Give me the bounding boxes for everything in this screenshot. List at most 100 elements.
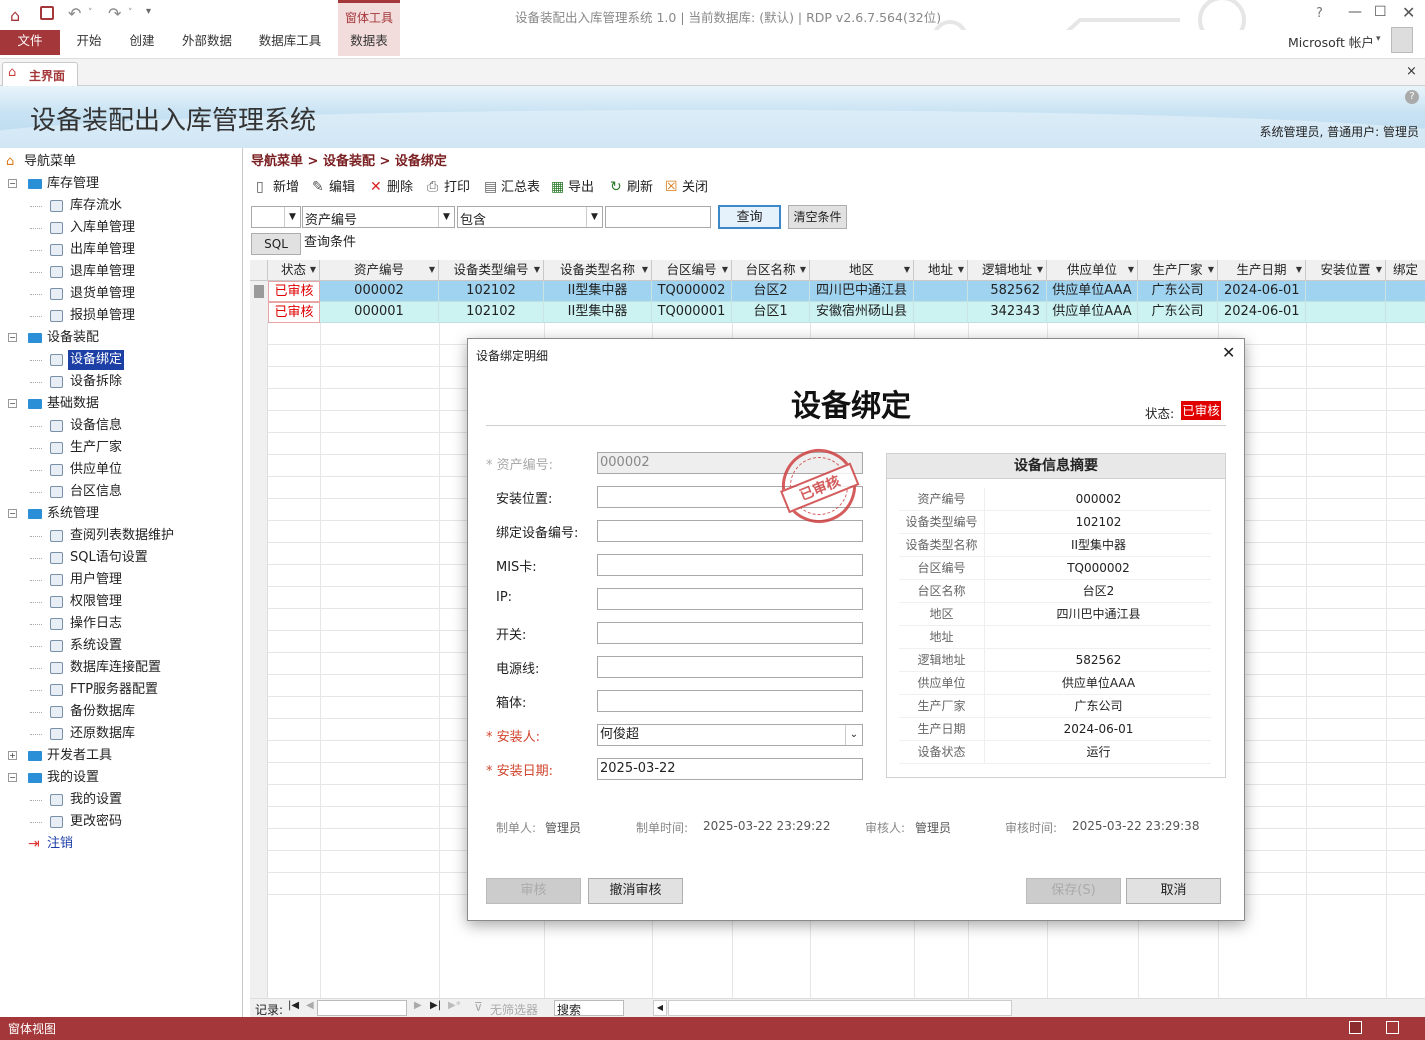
column-header-3[interactable]: 设备类型名称 ▼ xyxy=(544,260,652,281)
column-header-0[interactable]: 状态 ▼ xyxy=(268,260,320,281)
status-cell[interactable]: 已审核 xyxy=(268,281,320,302)
column-filter-icon[interactable]: ▼ xyxy=(1208,260,1214,280)
toolbar-button-4[interactable]: ▤ 汇总表 xyxy=(484,176,540,198)
toolbar-button-2[interactable]: ✕ 删除 xyxy=(370,176,413,198)
ip-input[interactable] xyxy=(597,588,863,610)
table-cell[interactable]: II型集中器 xyxy=(544,281,652,302)
table-cell[interactable] xyxy=(1306,281,1386,302)
table-cell[interactable] xyxy=(914,281,968,302)
column-header-8[interactable]: 逻辑地址 ▼ xyxy=(968,260,1047,281)
collapse-icon[interactable]: − xyxy=(8,179,17,188)
column-header-5[interactable]: 台区名称 ▼ xyxy=(732,260,810,281)
new-record-icon[interactable]: ▶* xyxy=(448,1000,461,1011)
unaudit-button[interactable]: 撤消审核 xyxy=(588,878,683,904)
column-header-9[interactable]: 供应单位 ▼ xyxy=(1047,260,1138,281)
save-icon[interactable] xyxy=(40,6,54,20)
tab-database-tools[interactable]: 数据库工具 xyxy=(252,30,328,56)
table-cell[interactable] xyxy=(1386,302,1425,323)
column-header-11[interactable]: 生产日期 ▼ xyxy=(1218,260,1306,281)
query-button[interactable]: 查询 xyxy=(718,205,781,229)
tab-external-data[interactable]: 外部数据 xyxy=(176,30,238,56)
column-header-4[interactable]: 台区编号 ▼ xyxy=(652,260,732,281)
redo-dropdown-icon[interactable]: ˅ xyxy=(128,8,133,18)
column-filter-icon[interactable]: ▼ xyxy=(429,260,435,280)
table-cell[interactable]: 000002 xyxy=(320,281,439,302)
select-all-corner[interactable] xyxy=(250,260,268,281)
field-select[interactable]: 资产编号 ▼ xyxy=(302,206,455,228)
horizontal-scrollbar[interactable] xyxy=(668,1000,1012,1016)
table-cell[interactable]: 2024-06-01 xyxy=(1218,302,1306,323)
tab-main-form[interactable]: ⌂ 主界面 xyxy=(2,62,78,87)
installer-select[interactable]: 何俊超 ⌄ xyxy=(597,724,863,746)
help-button[interactable]: ? xyxy=(1316,6,1323,21)
maximize-button[interactable]: ☐ xyxy=(1374,4,1387,20)
mis-card-input[interactable] xyxy=(597,554,863,576)
collapse-icon[interactable]: − xyxy=(8,333,17,342)
column-header-6[interactable]: 地区 ▼ xyxy=(810,260,914,281)
toolbar-button-1[interactable]: ✎ 编辑 xyxy=(312,176,355,198)
table-cell[interactable]: 供应单位AAA xyxy=(1047,281,1138,302)
logic-select[interactable]: ▼ xyxy=(251,206,301,228)
toolbar-button-3[interactable]: ⎙ 打印 xyxy=(427,176,470,198)
prev-record-icon[interactable]: ◀ xyxy=(306,1000,314,1011)
last-record-icon[interactable]: ▶| xyxy=(430,1000,441,1011)
table-cell[interactable] xyxy=(1306,302,1386,323)
table-cell[interactable]: 582562 xyxy=(968,281,1047,302)
table-cell[interactable]: 供应单位AAA xyxy=(1047,302,1138,323)
toolbar-button-0[interactable]: ▯ 新增 xyxy=(256,176,299,198)
table-cell[interactable]: 2024-06-01 xyxy=(1218,281,1306,302)
first-record-icon[interactable]: |◀ xyxy=(288,1000,299,1011)
column-filter-icon[interactable]: ▼ xyxy=(1037,260,1043,280)
status-cell[interactable]: 已审核 xyxy=(268,302,320,323)
undo-icon[interactable]: ↶ xyxy=(68,4,81,23)
collapse-icon[interactable]: − xyxy=(8,399,17,408)
install-date-input[interactable]: 2025-03-22 xyxy=(597,758,863,780)
power-cable-input[interactable] xyxy=(597,656,863,678)
table-cell[interactable]: 102102 xyxy=(439,302,544,323)
toolbar-button-7[interactable]: ☒ 关闭 xyxy=(665,176,708,198)
column-header-1[interactable]: 资产编号 ▼ xyxy=(320,260,439,281)
table-cell[interactable]: 342343 xyxy=(968,302,1047,323)
column-filter-icon[interactable]: ▼ xyxy=(534,260,540,280)
table-cell[interactable]: 广东公司 xyxy=(1138,302,1218,323)
table-cell[interactable]: II型集中器 xyxy=(544,302,652,323)
account-label[interactable]: Microsoft 帐户 xyxy=(1288,32,1374,51)
table-cell[interactable]: 台区2 xyxy=(732,281,810,302)
record-search-input[interactable]: 搜索 xyxy=(554,1000,624,1017)
cabinet-input[interactable] xyxy=(597,690,863,712)
close-window-button[interactable]: ✕ xyxy=(1402,3,1415,22)
table-cell[interactable]: 000001 xyxy=(320,302,439,323)
column-header-7[interactable]: 地址 ▼ xyxy=(914,260,968,281)
table-cell[interactable]: 102102 xyxy=(439,281,544,302)
tab-datasheet[interactable]: 数据表 xyxy=(338,30,400,56)
home-icon[interactable]: ⌂ xyxy=(10,6,20,25)
audit-button[interactable]: 审核 xyxy=(486,878,581,904)
dialog-close-icon[interactable]: ✕ xyxy=(1222,343,1235,362)
table-cell[interactable]: TQ000001 xyxy=(652,302,732,323)
filter-value-input[interactable] xyxy=(605,206,711,228)
avatar[interactable] xyxy=(1391,27,1413,53)
operator-select[interactable]: 包含 ▼ xyxy=(457,206,603,228)
sql-condition-field[interactable]: 查询条件 xyxy=(302,233,1425,255)
hscroll-left-icon[interactable]: ◀ xyxy=(653,1000,667,1016)
cancel-button[interactable]: 取消 xyxy=(1126,878,1221,904)
column-filter-icon[interactable]: ▼ xyxy=(1296,260,1302,280)
collapse-icon[interactable]: − xyxy=(8,773,17,782)
toolbar-button-6[interactable]: ↻ 刷新 xyxy=(610,176,653,198)
collapse-icon[interactable]: − xyxy=(8,509,17,518)
table-cell[interactable] xyxy=(914,302,968,323)
table-cell[interactable]: 安徽宿州砀山县 xyxy=(810,302,914,323)
column-filter-icon[interactable]: ▼ xyxy=(722,260,728,280)
datasheet-view-icon[interactable] xyxy=(1386,1021,1399,1034)
column-header-10[interactable]: 生产厂家 ▼ xyxy=(1138,260,1218,281)
column-filter-icon[interactable]: ▼ xyxy=(800,260,806,280)
sql-button[interactable]: SQL xyxy=(251,233,301,255)
clear-conditions-button[interactable]: 清空条件 xyxy=(788,205,847,229)
minimize-button[interactable]: — xyxy=(1348,4,1362,20)
switch-input[interactable] xyxy=(597,622,863,644)
account-dropdown-icon[interactable]: ▾ xyxy=(1376,34,1381,44)
table-cell[interactable]: 四川巴中通江县 xyxy=(810,281,914,302)
file-tab[interactable]: 文件 xyxy=(0,30,60,55)
undo-dropdown-icon[interactable]: ˅ xyxy=(88,8,93,18)
bind-device-no-input[interactable] xyxy=(597,520,863,542)
